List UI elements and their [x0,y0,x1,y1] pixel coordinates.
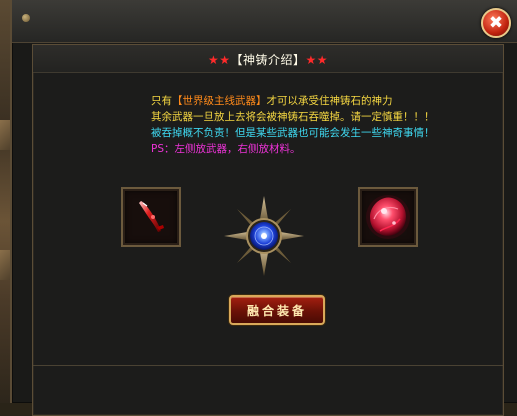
forge-panel: ★★【神铸介绍】★★ 只有【世界级主线武器】才可以承受住神铸石的神力 其余武器一… [32,44,504,416]
red-crystal-orb-icon [366,195,410,239]
close-button[interactable]: ✖ [481,8,511,38]
material-slot[interactable] [358,187,418,247]
forge-core [223,195,305,277]
blue-orb-compass-icon [224,196,304,276]
panel-title-bar: ★★【神铸介绍】★★ [33,45,503,73]
description-line-1: 只有【世界级主线武器】才可以承受住神铸石的神力 [151,93,511,109]
title-star-right: ★★ [305,53,329,67]
divine-forge-window: ✖ ★★【神铸介绍】★★ 只有【世界级主线武器】才可以承受住神铸石的神力 其余武… [10,0,517,416]
fuse-equipment-button[interactable]: 融合装备 [229,295,325,325]
frame-rivet [22,14,30,22]
description-line-3: 被吞掉概不负责！但是某些武器也可能会发生一些神奇事情！ [151,127,435,139]
weapon-slot[interactable] [121,187,181,247]
forge-description: 只有【世界级主线武器】才可以承受住神铸石的神力 其余武器一旦放上去将会被神铸石吞… [151,93,511,157]
description-line-2: 其余武器一旦放上去将会被神铸石吞噬掉。请一定慎重！！！ [151,111,435,123]
line1-prefix: 只有 [151,95,172,107]
panel-title: ★★【神铸介绍】★★ [33,51,503,68]
window-frame-top [12,0,517,43]
main-weapon-highlight: 【世界级主线武器】 [172,95,267,107]
line1-suffix: 才可以承受住神铸石的神力 [266,95,393,107]
close-icon: ✖ [488,13,504,33]
red-blade-weapon-icon [139,201,164,232]
description-line-4: PS：左侧放武器，右侧放材料。 [151,143,301,155]
title-star-left: ★★ [207,53,231,67]
bottom-divider [33,365,503,366]
title-text: 【神铸介绍】 [230,53,306,67]
